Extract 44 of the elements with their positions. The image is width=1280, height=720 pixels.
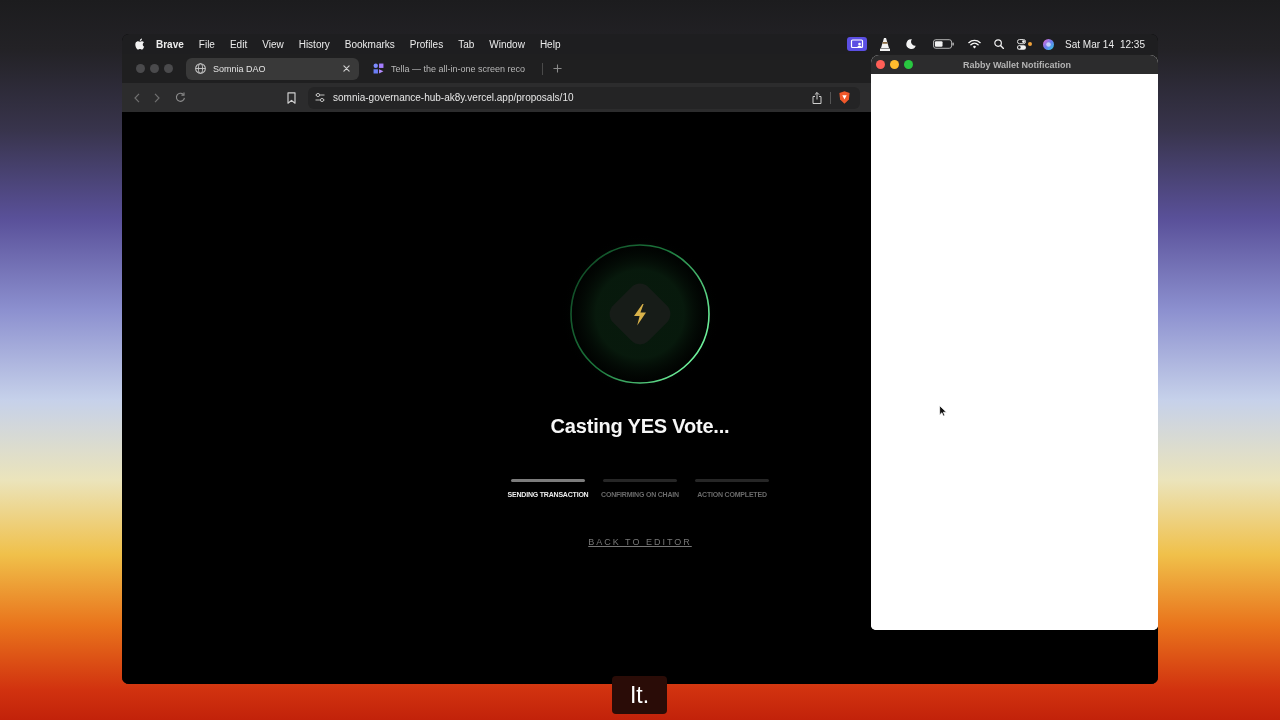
mouse-pointer-icon — [939, 405, 947, 417]
orb-icon[interactable] — [1043, 38, 1055, 50]
battery-icon[interactable] — [933, 39, 955, 49]
menu-item[interactable]: Profiles — [409, 38, 444, 50]
menu-item[interactable]: Tab — [458, 38, 475, 50]
address-bar[interactable]: somnia-governance-hub-ak8y.vercel.app/proposals/10 — [308, 86, 860, 109]
indicator-dot-icon — [1028, 42, 1033, 46]
wifi-icon[interactable] — [968, 39, 982, 49]
sliders-icon[interactable] — [315, 93, 325, 102]
share-icon[interactable] — [812, 91, 822, 104]
shapes-icon — [373, 63, 384, 74]
menu-bar-date[interactable]: Sat Mar 14 — [1065, 38, 1114, 50]
window-minimize-icon[interactable] — [890, 60, 899, 69]
back-to-editor-link[interactable]: BACK TO EDITOR — [588, 537, 692, 547]
screen-share-icon[interactable] — [847, 37, 868, 51]
menu-item[interactable]: Window — [489, 38, 525, 50]
traffic-cone-icon[interactable] — [880, 37, 891, 51]
plus-icon[interactable] — [553, 64, 562, 73]
window-zoom-icon[interactable] — [904, 60, 913, 69]
menu-item[interactable]: Help — [539, 38, 561, 50]
search-icon[interactable] — [994, 39, 1005, 49]
apple-logo-icon[interactable] — [135, 38, 145, 50]
reload-icon[interactable] — [175, 92, 186, 103]
status-heading: Casting YES Vote... — [550, 414, 730, 438]
menu-item[interactable]: Bookmarks — [344, 38, 395, 50]
moon-icon[interactable] — [906, 39, 917, 49]
window-title: Rabby Wallet Notification — [962, 59, 1072, 70]
chevron-left-icon[interactable] — [134, 92, 140, 103]
bookmark-icon[interactable] — [287, 91, 296, 104]
video-caption: It. — [612, 676, 667, 714]
menu-item[interactable]: View — [262, 38, 284, 50]
window-close-icon[interactable] — [876, 60, 885, 69]
menu-item[interactable]: Edit — [229, 38, 248, 50]
toggle-switches-icon[interactable] — [1017, 38, 1027, 50]
browser-tab[interactable]: Tella — the all-in-one screen reco — [364, 57, 540, 80]
close-icon[interactable] — [343, 65, 350, 72]
menu-bar-clock[interactable]: 12:35 — [1119, 38, 1145, 50]
browser-tab[interactable]: Somnia DAO — [186, 57, 359, 80]
menu-item[interactable]: History — [298, 38, 330, 50]
globe-icon — [195, 63, 206, 74]
shield-icon[interactable] — [839, 91, 850, 104]
app-menu[interactable]: Brave — [156, 38, 184, 50]
menu-item[interactable]: File — [198, 38, 215, 50]
chevron-right-icon[interactable] — [154, 92, 160, 103]
